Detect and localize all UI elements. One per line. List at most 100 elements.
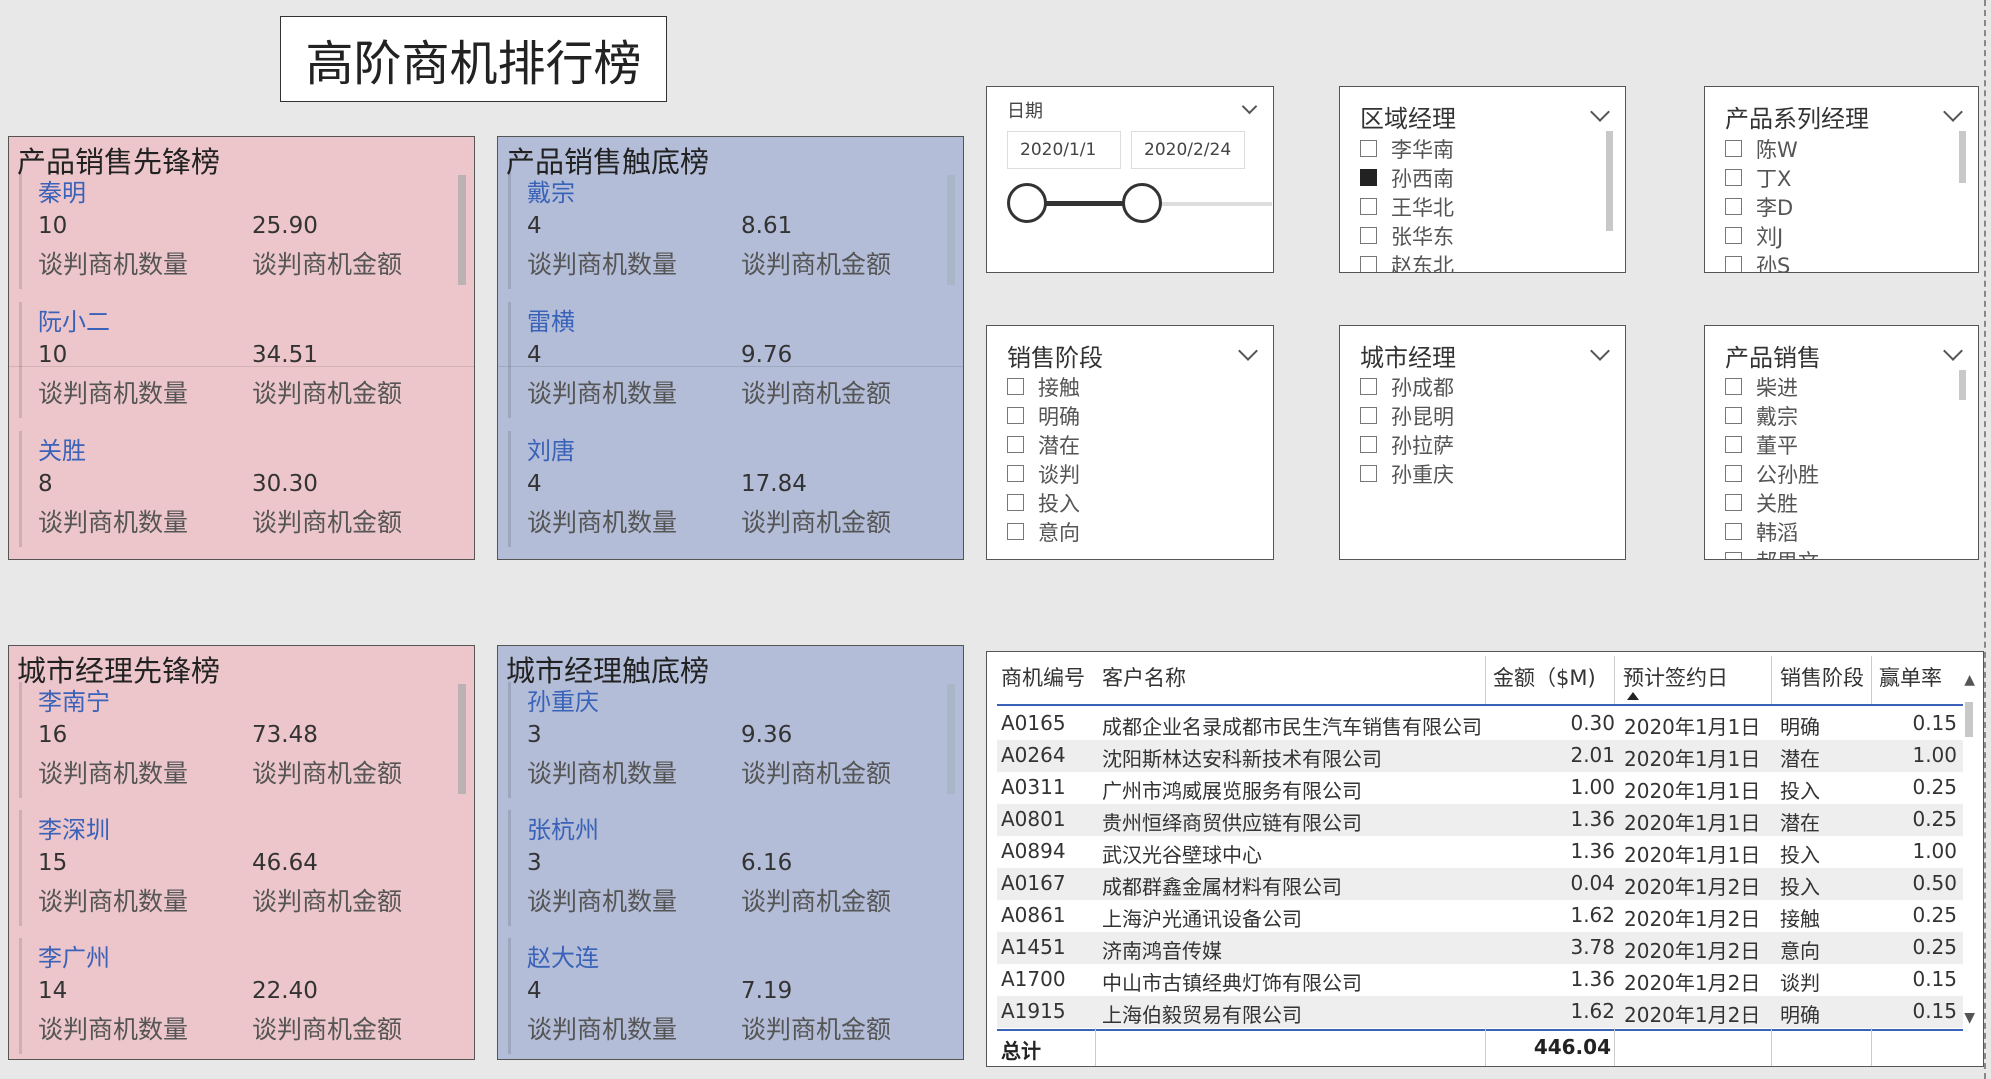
card-entry: 刘唐 4 17.84 谈判商机数量 谈判商机金额	[508, 431, 943, 547]
start-date-handle[interactable]	[1007, 183, 1047, 223]
slicer-option[interactable]: 董平	[1725, 430, 1798, 459]
checkbox[interactable]	[1725, 227, 1742, 244]
checkbox[interactable]	[1725, 494, 1742, 511]
slicer-option[interactable]: 李D	[1725, 192, 1793, 221]
slicer-option[interactable]: 孙重庆	[1360, 459, 1454, 488]
slicer-option[interactable]: 孙西南	[1360, 163, 1454, 192]
chevron-down-icon[interactable]	[1238, 341, 1258, 361]
table-row[interactable]: A0264 沈阳斯林达安科新技术有限公司 2.01 2020年1月1日 潜在 1.00	[997, 740, 1963, 772]
card-scrollbar[interactable]	[458, 175, 466, 285]
checkbox[interactable]	[1007, 494, 1024, 511]
table-row[interactable]: A0167 成都群鑫金属材料有限公司 0.04 2020年1月2日 投入 0.50	[997, 868, 1963, 900]
slicer-option[interactable]: 关胜	[1725, 488, 1798, 517]
slicer-option[interactable]: 戴宗	[1725, 401, 1798, 430]
slicer-option[interactable]: 公孙胜	[1725, 459, 1819, 488]
slicer-option[interactable]: 韩滔	[1725, 517, 1798, 546]
checkbox[interactable]	[1725, 552, 1742, 559]
checkbox[interactable]	[1360, 436, 1377, 453]
table-row[interactable]: A0861 上海沪光通讯设备公司 1.62 2020年1月2日 接触 0.25	[997, 900, 1963, 932]
checkbox[interactable]	[1007, 378, 1024, 395]
slicer-scrollbar[interactable]	[1959, 131, 1966, 183]
slicer-option[interactable]: 李华南	[1360, 134, 1454, 163]
slicer-scrollbar[interactable]	[1959, 370, 1966, 400]
checkbox[interactable]	[1007, 523, 1024, 540]
table-row[interactable]: A1451 济南鸿音传媒 3.78 2020年1月2日 意向 0.25	[997, 932, 1963, 964]
column-header-stage[interactable]: 销售阶段	[1780, 662, 1864, 692]
sort-ascending-icon[interactable]	[1627, 692, 1639, 700]
option-label: 孙西南	[1391, 166, 1454, 191]
checkbox[interactable]	[1725, 523, 1742, 540]
checkbox[interactable]	[1007, 465, 1024, 482]
card-scrollbar[interactable]	[947, 684, 955, 794]
checkbox[interactable]	[1725, 140, 1742, 157]
checkbox[interactable]	[1360, 198, 1377, 215]
slicer-option[interactable]: 投入	[1007, 488, 1080, 517]
table-row[interactable]: A0801 贵州恒绎商贸供应链有限公司 1.36 2020年1月1日 潜在 0.25	[997, 804, 1963, 836]
checkbox[interactable]	[1007, 436, 1024, 453]
cell-sign-date: 2020年1月1日	[1624, 747, 1761, 771]
checkbox[interactable]	[1007, 407, 1024, 424]
column-header-customer[interactable]: 客户名称	[1102, 662, 1186, 692]
slicer-option[interactable]: 潜在	[1007, 430, 1080, 459]
table-row[interactable]: A0311 广州市鸿威展览服务有限公司 1.00 2020年1月1日 投入 0.25	[997, 772, 1963, 804]
checkbox[interactable]	[1360, 140, 1377, 157]
checkbox[interactable]	[1725, 378, 1742, 395]
slicer-option[interactable]: 刘J	[1725, 221, 1783, 250]
chevron-down-icon[interactable]	[1590, 341, 1610, 361]
table-row[interactable]: A0894 武汉光谷壁球中心 1.36 2020年1月1日 投入 1.00	[997, 836, 1963, 868]
checkbox[interactable]	[1725, 436, 1742, 453]
table-row[interactable]: A0165 成都企业名录成都市民生汽车销售有限公司 0.30 2020年1月1日 明确 0…	[997, 708, 1963, 740]
table-row[interactable]: A1700 中山市古镇经典灯饰有限公司 1.36 2020年1月2日 谈判 0.15	[997, 964, 1963, 996]
chevron-down-icon[interactable]	[1943, 102, 1963, 122]
checkbox[interactable]	[1725, 169, 1742, 186]
checkbox[interactable]	[1360, 256, 1377, 272]
slicer-option[interactable]: 丁X	[1725, 163, 1791, 192]
slicer-option[interactable]: 意向	[1007, 517, 1080, 546]
slicer-option[interactable]: 孙成都	[1360, 372, 1454, 401]
checkbox[interactable]	[1725, 407, 1742, 424]
chevron-down-icon[interactable]	[1590, 102, 1610, 122]
slicer-option[interactable]: 赵东北	[1360, 250, 1454, 272]
checkbox-checked[interactable]	[1360, 169, 1377, 186]
checkbox[interactable]	[1360, 465, 1377, 482]
chevron-down-icon[interactable]	[1943, 341, 1963, 361]
slicer-scrollbar[interactable]	[1606, 131, 1613, 231]
checkbox[interactable]	[1360, 227, 1377, 244]
checkbox[interactable]	[1360, 407, 1377, 424]
checkbox[interactable]	[1725, 198, 1742, 215]
checkbox[interactable]	[1360, 378, 1377, 395]
slicer-option[interactable]: 郝思文	[1725, 546, 1819, 560]
scroll-up-icon[interactable]: ▲	[1964, 672, 1975, 688]
slicer-option[interactable]: 柴进	[1725, 372, 1798, 401]
cell-id: A1700	[1001, 967, 1066, 991]
slicer-option[interactable]: 张华东	[1360, 221, 1454, 250]
product-sales-bottom-card: 产品销售触底榜 戴宗 4 8.61 谈判商机数量 谈判商机金额 雷横 4 9.7…	[497, 136, 964, 560]
slicer-option[interactable]: 接触	[1007, 372, 1080, 401]
column-header-win-rate[interactable]: 赢单率	[1879, 662, 1942, 692]
slicer-option[interactable]: 陈W	[1725, 134, 1798, 163]
option-label: 潜在	[1038, 433, 1080, 458]
cell-amount: 1.62	[1570, 999, 1615, 1023]
column-header-id[interactable]: 商机编号	[1001, 662, 1085, 692]
slicer-option[interactable]: 谈判	[1007, 459, 1080, 488]
table-scrollbar[interactable]	[1965, 702, 1973, 737]
slicer-option[interactable]: 孙S	[1725, 250, 1790, 272]
column-header-sign-date[interactable]: 预计签约日	[1623, 662, 1728, 692]
checkbox[interactable]	[1725, 465, 1742, 482]
chevron-down-icon[interactable]	[1241, 98, 1258, 115]
slicer-option[interactable]: 孙昆明	[1360, 401, 1454, 430]
column-header-amount[interactable]: 金额（$M)	[1493, 662, 1596, 692]
option-label: 郝思文	[1756, 546, 1819, 560]
scroll-down-icon[interactable]: ▼	[1964, 1010, 1975, 1026]
slicer-option[interactable]: 明确	[1007, 401, 1080, 430]
slicer-option[interactable]: 王华北	[1360, 192, 1454, 221]
card-scrollbar[interactable]	[458, 684, 466, 794]
start-date-input[interactable]: 2020/1/1	[1007, 131, 1121, 169]
slicer-option[interactable]: 孙拉萨	[1360, 430, 1454, 459]
count-label: 谈判商机数量	[527, 1015, 678, 1044]
end-date-input[interactable]: 2020/2/24	[1131, 131, 1245, 169]
table-row[interactable]: A1915 上海伯毅贸易有限公司 1.62 2020年1月2日 明确 0.15	[997, 996, 1963, 1028]
end-date-handle[interactable]	[1122, 183, 1162, 223]
card-scrollbar[interactable]	[947, 175, 955, 285]
checkbox[interactable]	[1725, 256, 1742, 272]
